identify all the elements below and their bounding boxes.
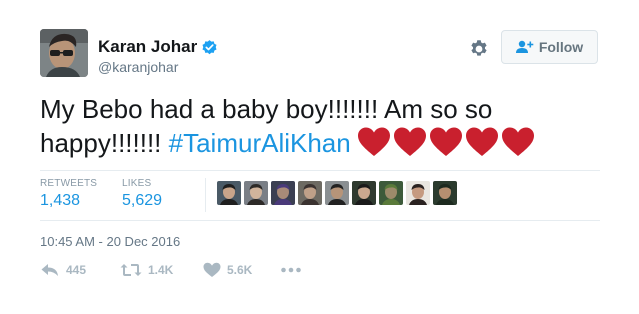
reply-icon <box>41 264 58 276</box>
tweet-text-line2-prefix: happy!!!!!!! <box>40 128 169 158</box>
retweet-button[interactable]: 1.4K <box>120 262 173 278</box>
divider <box>40 170 600 171</box>
retweets-label: RETWEETS <box>40 178 98 189</box>
liker-avatar[interactable] <box>298 181 322 205</box>
red-heart-emoji-icon <box>393 127 426 156</box>
divider <box>40 220 600 221</box>
retweet-count: 1.4K <box>148 263 174 277</box>
user-handle[interactable]: @karanjohar <box>98 59 178 75</box>
tweet-text-line1: My Bebo had a baby boy!!!!!!! Am so so <box>40 94 493 124</box>
follow-button[interactable]: Follow <box>501 30 598 64</box>
likes-count[interactable]: 5,629 <box>122 192 162 210</box>
heart-emoji-group <box>357 126 535 158</box>
retweet-icon <box>120 264 142 276</box>
display-name-text: Karan Johar <box>98 37 198 56</box>
tweet-card: Karan Johar @karanjohar Follow My Bebo h… <box>0 0 639 314</box>
stats-separator <box>205 178 206 212</box>
tweet-text-line2: happy!!!!!!! #TaimurAliKhan <box>40 126 600 160</box>
reply-button[interactable]: 445 <box>40 262 86 278</box>
more-icon <box>281 267 301 273</box>
likes-label: LIKES <box>122 178 152 189</box>
liker-avatars <box>217 181 457 205</box>
reply-count: 445 <box>66 263 87 277</box>
liker-avatar[interactable] <box>271 181 295 205</box>
red-heart-emoji-icon <box>357 127 390 156</box>
liker-avatar[interactable] <box>325 181 349 205</box>
red-heart-emoji-icon <box>429 127 462 156</box>
follow-button-label: Follow <box>538 39 584 55</box>
add-user-icon <box>515 40 534 53</box>
liker-avatar[interactable] <box>433 181 457 205</box>
tweet-text: My Bebo had a baby boy!!!!!!! Am so so h… <box>40 92 600 160</box>
hashtag-link[interactable]: #TaimurAliKhan <box>169 128 351 158</box>
tweet-timestamp[interactable]: 10:45 AM - 20 Dec 2016 <box>40 234 180 249</box>
liker-avatar[interactable] <box>244 181 268 205</box>
like-count: 5.6K <box>227 263 253 277</box>
more-button[interactable] <box>280 262 302 278</box>
liker-avatar[interactable] <box>352 181 376 205</box>
like-button[interactable]: 5.6K <box>203 262 252 278</box>
red-heart-emoji-icon <box>501 127 534 156</box>
avatar[interactable] <box>40 29 88 77</box>
red-heart-emoji-icon <box>465 127 498 156</box>
liker-avatar[interactable] <box>379 181 403 205</box>
liker-avatar[interactable] <box>406 181 430 205</box>
display-name[interactable]: Karan Johar <box>98 37 218 57</box>
verified-badge-icon <box>202 39 217 54</box>
liker-avatar[interactable] <box>217 181 241 205</box>
retweets-count[interactable]: 1,438 <box>40 192 80 210</box>
heart-icon <box>203 262 221 277</box>
gear-icon[interactable] <box>468 38 490 60</box>
